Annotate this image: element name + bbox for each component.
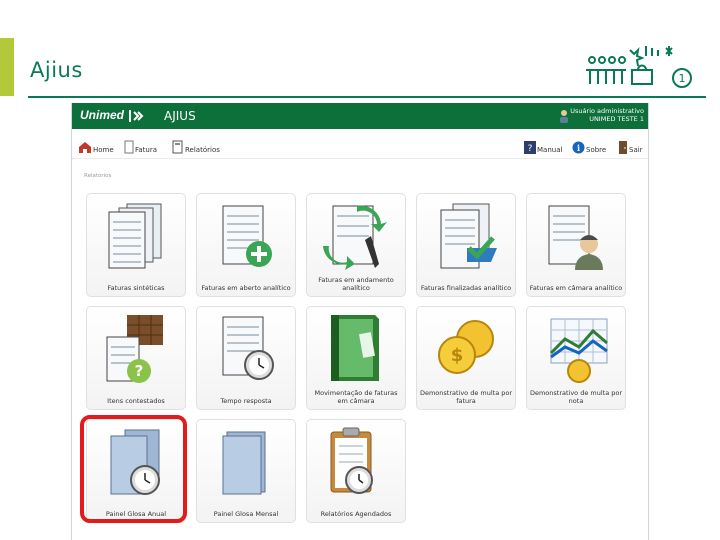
document-add-icon [222, 205, 272, 267]
tile-label: Demonstrativo de multa por fatura [419, 389, 513, 405]
tile-label: Faturas em aberto analítico [201, 283, 291, 292]
box-question-icon: ? [106, 315, 163, 383]
manual-button[interactable]: ? Manual [524, 136, 562, 154]
documents-stack-icon [108, 203, 162, 269]
svg-text:?: ? [528, 144, 533, 154]
document-person-icon [548, 205, 603, 270]
tile-label: Relatórios Agendados [320, 509, 392, 518]
manual-label: Manual [537, 146, 563, 154]
tile-label: Tempo resposta [220, 396, 272, 405]
brand-logo-text: Unimed [80, 108, 125, 122]
tile-relatorios-agendados[interactable]: Relatórios Agendados [306, 419, 406, 523]
document-blue-icon [222, 431, 266, 495]
user-name: Usuário administrativo [570, 107, 644, 115]
reports-icon [172, 140, 183, 154]
home-button[interactable]: Home [78, 136, 114, 154]
svg-text:$: $ [451, 345, 464, 366]
tile-movimentacao-camara[interactable]: Movimentação de faturas em câmara [306, 306, 406, 410]
tile-multa-fatura[interactable]: $ Demonstrativo de multa por fatura [416, 306, 516, 410]
sair-button[interactable]: Sair [618, 136, 643, 154]
sobre-label: Sobre [586, 146, 607, 154]
document-edit-icon [323, 205, 387, 270]
tile-faturas-finalizadas[interactable]: Faturas finalizadas analítico [416, 193, 516, 297]
highlight-frame [80, 415, 187, 523]
green-binder-icon [331, 315, 379, 381]
home-label: Home [93, 146, 114, 154]
toolbar: Home Fatura Relatórios ? Manual i Sobre … [72, 129, 648, 159]
svg-text:i: i [577, 143, 580, 153]
unimed-mark-icon [129, 110, 144, 122]
coins-icon: $ [438, 320, 494, 374]
accent-bar [0, 38, 14, 96]
clipboard-clock-icon [330, 427, 373, 494]
home-icon [79, 142, 91, 153]
app-header: Unimed AJIUS Usuário administrativo UNIM… [72, 103, 648, 129]
tile-label: Painel Glosa Mensal [213, 509, 279, 518]
tile-label: Faturas em câmara analítico [529, 283, 623, 292]
breadcrumb: Relatórios [84, 173, 112, 179]
chart-grid-icon [549, 318, 608, 383]
tile-faturas-sinteticas[interactable]: Faturas sintéticas [86, 193, 186, 297]
tile-tempo-resposta[interactable]: Tempo resposta [196, 306, 296, 410]
relatorios-label: Relatórios [185, 146, 220, 154]
invoice-icon [124, 140, 134, 154]
tile-label: Demonstrativo de multa por nota [529, 389, 623, 405]
tile-label: Faturas sintéticas [107, 283, 165, 292]
tile-faturas-camara[interactable]: Faturas em câmara analítico [526, 193, 626, 297]
exit-door-icon [619, 141, 627, 154]
title-divider [28, 96, 706, 98]
slide: Ajius 1 Unimed AJIUS Usuário administrat… [0, 0, 720, 540]
sobre-button[interactable]: i Sobre [572, 136, 606, 154]
user-info: Usuário administrativo UNIMED TESTE 1 [570, 107, 644, 123]
slide-title: Ajius [30, 58, 83, 82]
tile-faturas-andamento[interactable]: Faturas em andamento analítico [306, 193, 406, 297]
info-icon: i [572, 141, 585, 154]
document-clock-icon [222, 316, 274, 380]
tile-painel-glosa-mensal[interactable]: Painel Glosa Mensal [196, 419, 296, 523]
logo-badge: 1 [679, 72, 686, 85]
tile-multa-nota[interactable]: Demonstrativo de multa por nota [526, 306, 626, 410]
manual-icon: ? [524, 141, 536, 154]
user-unit: UNIMED TESTE 1 [589, 115, 644, 123]
user-icon [560, 110, 568, 123]
app-name: AJIUS [164, 109, 196, 123]
tile-itens-contestados[interactable]: ? Itens contestados [86, 306, 186, 410]
svg-text:?: ? [135, 362, 144, 380]
tile-label: Faturas finalizadas analítico [420, 283, 512, 292]
unimed-people-logo-icon: 1 [586, 46, 692, 88]
fatura-button[interactable]: Fatura [124, 136, 157, 154]
tile-faturas-aberto[interactable]: Faturas em aberto analítico [196, 193, 296, 297]
fatura-label: Fatura [135, 146, 158, 154]
tile-label: Movimentação de faturas em câmara [314, 389, 398, 405]
tile-label: Faturas em andamento analítico [318, 276, 394, 292]
documents-check-icon [440, 203, 497, 269]
relatorios-button[interactable]: Relatórios [172, 136, 220, 154]
sair-label: Sair [629, 146, 643, 154]
tile-label: Itens contestados [107, 396, 165, 405]
